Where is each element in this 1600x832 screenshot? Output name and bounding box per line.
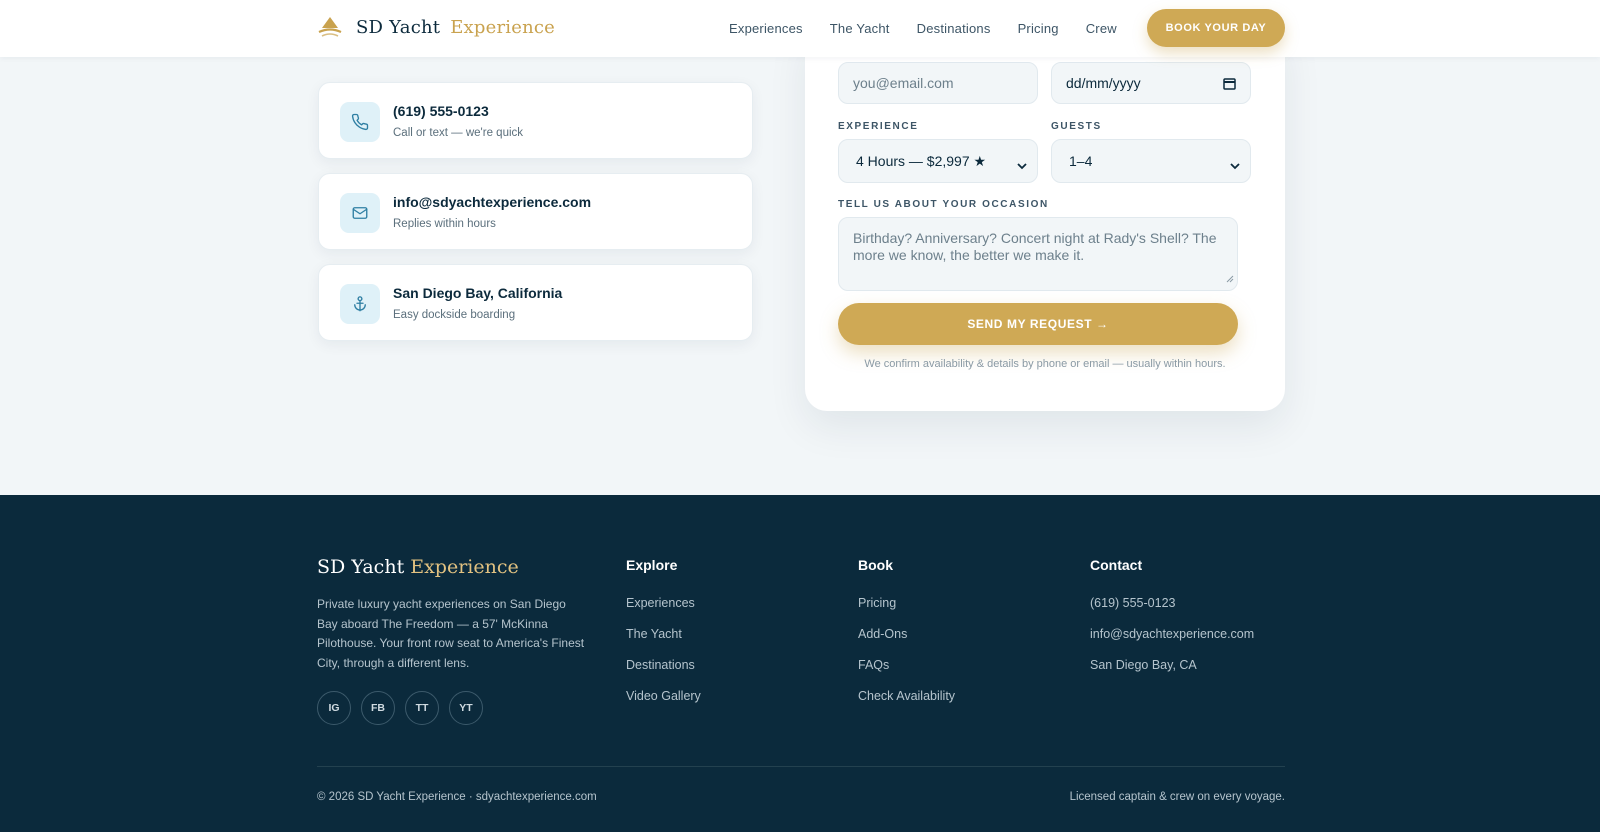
footer-link-location[interactable]: San Diego Bay, CA xyxy=(1090,658,1254,674)
guests-select[interactable]: 1–4 xyxy=(1051,139,1251,183)
footer-col-explore: Explore Experiences The Yacht Destinatio… xyxy=(626,557,701,720)
youtube-link[interactable]: YT xyxy=(449,691,483,725)
nav-experiences[interactable]: Experiences xyxy=(729,21,803,36)
nav-crew[interactable]: Crew xyxy=(1086,21,1117,36)
email-field[interactable]: you@email.com xyxy=(838,62,1038,104)
site-header: SD Yacht Experience Experiences The Yach… xyxy=(0,0,1600,57)
contact-email-subtitle: Replies within hours xyxy=(393,218,496,230)
guests-value: 1–4 xyxy=(1069,153,1093,169)
facebook-link[interactable]: FB xyxy=(361,691,395,725)
footer-col-title: Explore xyxy=(626,557,678,573)
license-text: Licensed captain & crew on every voyage. xyxy=(1069,791,1285,803)
contact-phone-subtitle: Call or text — we're quick xyxy=(393,127,524,139)
footer-divider xyxy=(317,766,1285,767)
nav-destinations[interactable]: Destinations xyxy=(917,21,991,36)
send-request-button[interactable]: SEND MY REQUEST → xyxy=(838,303,1238,345)
footer-link-add-ons[interactable]: Add-Ons xyxy=(858,627,955,643)
contact-card-email[interactable]: info@sdyachtexperience.com Replies withi… xyxy=(318,173,753,250)
nav-the-yacht[interactable]: The Yacht xyxy=(830,21,890,36)
occasion-textarea[interactable]: Birthday? Anniversary? Concert night at … xyxy=(838,217,1238,291)
date-field[interactable]: dd/mm/yyyy xyxy=(1051,62,1251,104)
footer-link-experiences[interactable]: Experiences xyxy=(626,596,701,612)
date-placeholder: dd/mm/yyyy xyxy=(1066,75,1141,91)
footer-link-video-gallery[interactable]: Video Gallery xyxy=(626,689,701,705)
phone-icon xyxy=(340,102,380,142)
book-your-day-button[interactable]: BOOK YOUR DAY xyxy=(1147,9,1285,47)
contact-phone-title: (619) 555-0123 xyxy=(393,103,489,119)
main-nav: Experiences The Yacht Destinations Prici… xyxy=(729,21,1144,36)
anchor-icon xyxy=(340,284,380,324)
footer-col-book: Book Pricing Add-Ons FAQs Check Availabi… xyxy=(858,557,955,720)
copyright-text: © 2026 SD Yacht Experience · sdyachtexpe… xyxy=(317,791,597,803)
social-links: IG FB TT YT xyxy=(317,691,493,725)
footer-brand-name: SD Yacht xyxy=(317,556,405,578)
confirmation-note: We confirm availability & details by pho… xyxy=(864,358,1226,370)
contact-location-subtitle: Easy dockside boarding xyxy=(393,309,516,321)
calendar-icon[interactable] xyxy=(1223,77,1236,93)
footer-col-title: Contact xyxy=(1090,557,1143,573)
contact-email-title: info@sdyachtexperience.com xyxy=(393,194,592,210)
occasion-label: TELL US ABOUT YOUR OCCASION xyxy=(838,199,1049,210)
footer-link-faqs[interactable]: FAQs xyxy=(858,658,955,674)
occasion-placeholder: Birthday? Anniversary? Concert night at … xyxy=(853,230,1217,263)
footer-link-email[interactable]: info@sdyachtexperience.com xyxy=(1090,627,1254,643)
experience-label: EXPERIENCE xyxy=(838,121,919,132)
chevron-down-icon xyxy=(1017,157,1027,173)
mail-icon xyxy=(340,193,380,233)
footer-link-phone[interactable]: (619) 555-0123 xyxy=(1090,596,1254,612)
contact-card-phone[interactable]: (619) 555-0123 Call or text — we're quic… xyxy=(318,82,753,159)
instagram-link[interactable]: IG xyxy=(317,691,351,725)
footer-description: Private luxury yacht experiences on San … xyxy=(317,597,585,670)
resize-handle-icon[interactable] xyxy=(1226,270,1234,287)
booking-form: you@email.com dd/mm/yyyy EXPERIENCE GUES… xyxy=(805,30,1285,411)
nav-pricing[interactable]: Pricing xyxy=(1018,21,1059,36)
footer-col-title: Book xyxy=(858,557,893,573)
contact-card-location[interactable]: San Diego Bay, California Easy dockside … xyxy=(318,264,753,341)
footer-link-destinations[interactable]: Destinations xyxy=(626,658,701,674)
site-footer: SD Yacht Experience Private luxury yacht … xyxy=(0,495,1600,832)
contact-location-title: San Diego Bay, California xyxy=(393,285,563,301)
experience-select[interactable]: 4 Hours — $2,997 ★ xyxy=(838,139,1038,183)
chevron-down-icon xyxy=(1230,157,1240,173)
footer-link-check-availability[interactable]: Check Availability xyxy=(858,689,955,705)
footer-brand-accent: Experience xyxy=(410,556,519,578)
tiktok-link[interactable]: TT xyxy=(405,691,439,725)
yacht-sail-icon xyxy=(318,16,342,38)
brand-accent: Experience xyxy=(450,16,556,38)
footer-link-the-yacht[interactable]: The Yacht xyxy=(626,627,701,643)
email-placeholder: you@email.com xyxy=(853,75,954,91)
footer-brand[interactable]: SD Yacht Experience xyxy=(317,556,519,578)
guests-label: GUESTS xyxy=(1051,121,1102,132)
footer-col-contact: Contact (619) 555-0123 info@sdyachtexper… xyxy=(1090,557,1254,689)
brand-name: SD Yacht xyxy=(356,16,441,38)
footer-link-pricing[interactable]: Pricing xyxy=(858,596,955,612)
experience-value: 4 Hours — $2,997 ★ xyxy=(856,152,987,169)
brand-logo[interactable]: SD Yacht Experience xyxy=(318,16,555,38)
